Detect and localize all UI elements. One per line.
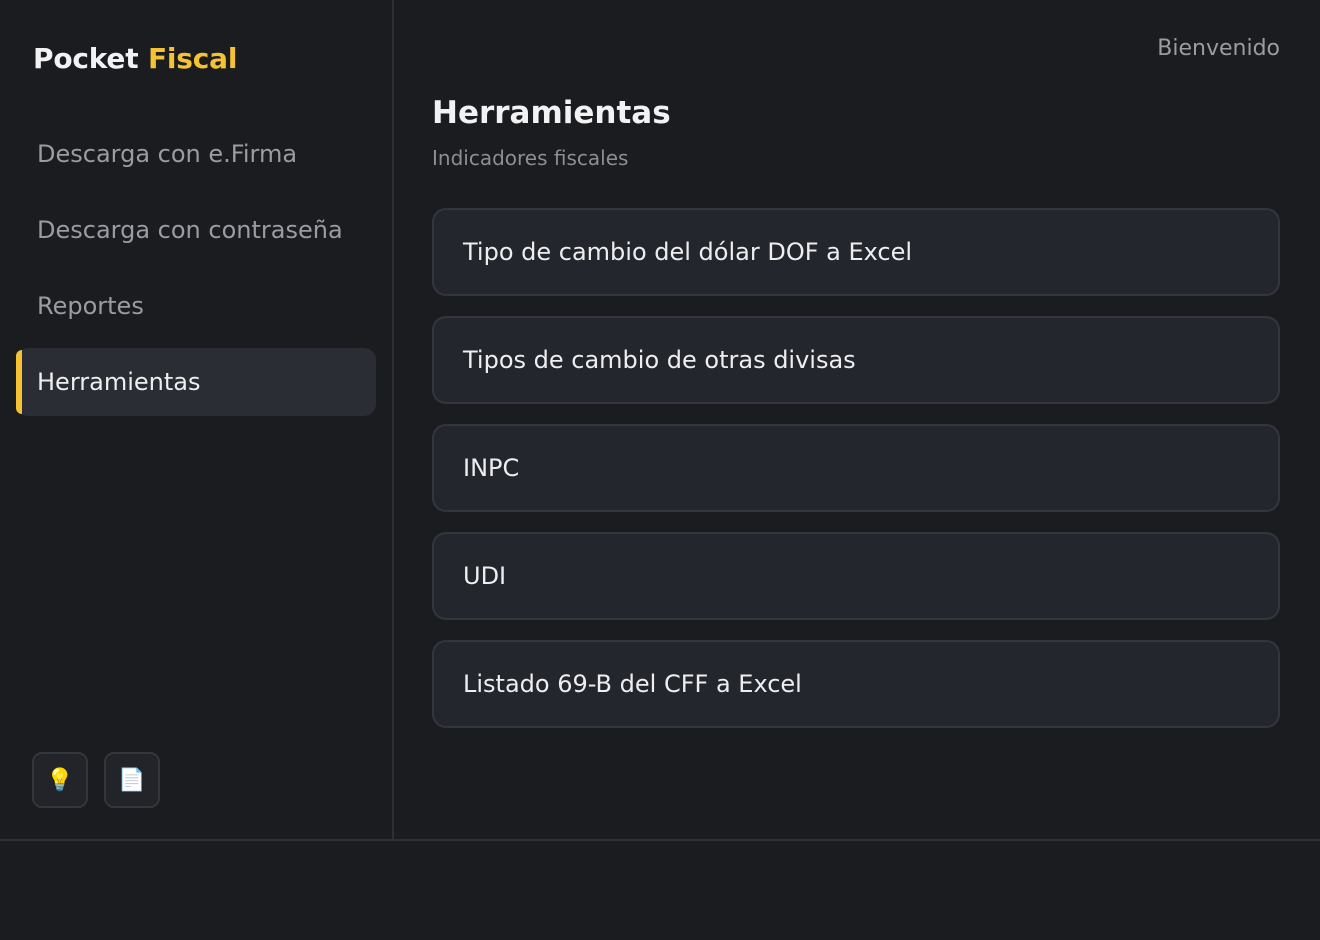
tool-card-label: Listado 69-B del CFF a Excel xyxy=(463,670,802,698)
sidebar: Pocket Fiscal Descarga con e.Firma Desca… xyxy=(0,0,394,839)
tool-card-inpc[interactable]: INPC xyxy=(432,424,1280,512)
tool-card-otras-divisas[interactable]: Tipos de cambio de otras divisas xyxy=(432,316,1280,404)
tools-list: Tipo de cambio del dólar DOF a Excel Tip… xyxy=(432,208,1280,748)
tool-card-label: INPC xyxy=(463,454,520,482)
tool-card-dolar-dof[interactable]: Tipo de cambio del dólar DOF a Excel xyxy=(432,208,1280,296)
sidebar-item-label: Descarga con contraseña xyxy=(37,216,343,244)
sidebar-item-descarga-efirma[interactable]: Descarga con e.Firma xyxy=(16,120,376,188)
sidebar-item-descarga-contrasena[interactable]: Descarga con contraseña xyxy=(16,196,376,264)
tool-card-label: UDI xyxy=(463,562,507,590)
sidebar-item-label: Herramientas xyxy=(37,368,201,396)
brand-logo: Pocket Fiscal xyxy=(33,42,237,75)
tips-button[interactable]: 💡 xyxy=(32,752,88,808)
brand-name-part2: Fiscal xyxy=(147,42,238,75)
sidebar-item-label: Descarga con e.Firma xyxy=(37,140,298,168)
tool-card-label: Tipos de cambio de otras divisas xyxy=(463,346,856,374)
tool-card-label: Tipo de cambio del dólar DOF a Excel xyxy=(463,238,913,266)
sidebar-nav: Descarga con e.Firma Descarga con contra… xyxy=(16,120,376,424)
app-window: Pocket Fiscal Descarga con e.Firma Desca… xyxy=(0,0,1320,841)
main-content: Bienvenido Herramientas Indicadores fisc… xyxy=(394,0,1320,839)
brand-name-part1: Pocket xyxy=(33,42,139,75)
page-subtitle: Indicadores fiscales xyxy=(432,146,629,170)
tool-card-udi[interactable]: UDI xyxy=(432,532,1280,620)
sidebar-item-herramientas[interactable]: Herramientas xyxy=(16,348,376,416)
lightbulb-icon: 💡 xyxy=(46,767,74,793)
docs-button[interactable]: 📄 xyxy=(104,752,160,808)
sidebar-item-reportes[interactable]: Reportes xyxy=(16,272,376,340)
tool-card-listado-69b[interactable]: Listado 69-B del CFF a Excel xyxy=(432,640,1280,728)
document-icon: 📄 xyxy=(118,767,146,793)
sidebar-item-label: Reportes xyxy=(37,292,144,320)
welcome-text: Bienvenido xyxy=(1157,36,1280,61)
sidebar-bottom-actions: 💡 📄 xyxy=(32,752,160,808)
page-title: Herramientas xyxy=(432,95,671,131)
